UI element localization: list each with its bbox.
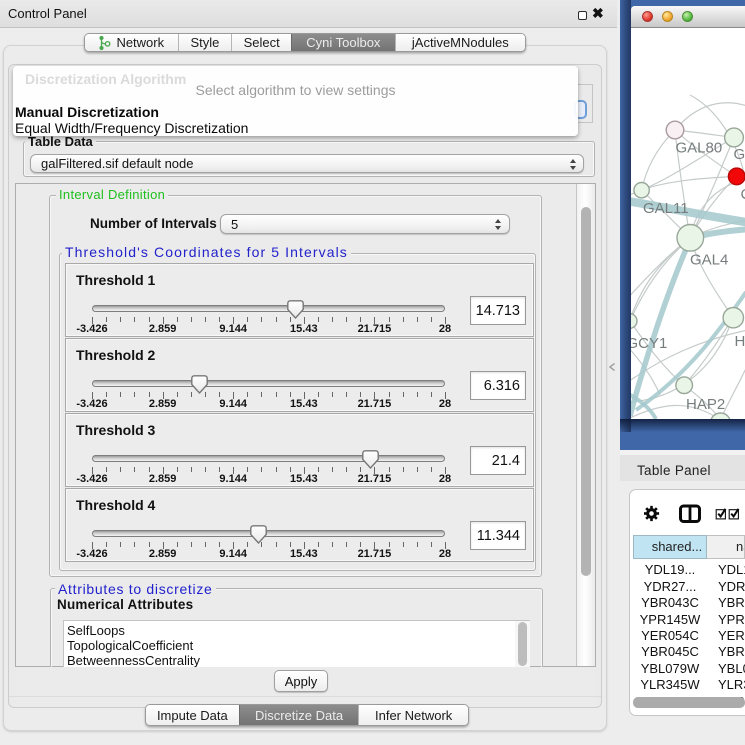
svg-text:HAP2: HAP2 — [686, 396, 725, 413]
svg-text:GAL80: GAL80 — [676, 140, 723, 157]
svg-text:GAL11: GAL11 — [643, 200, 689, 217]
svg-text:HI: HI — [735, 333, 745, 350]
svg-text:G.: G. — [734, 146, 745, 163]
svg-text:C: C — [741, 186, 745, 203]
svg-text:GCY1: GCY1 — [631, 335, 667, 352]
svg-text:GAL4: GAL4 — [690, 252, 728, 269]
